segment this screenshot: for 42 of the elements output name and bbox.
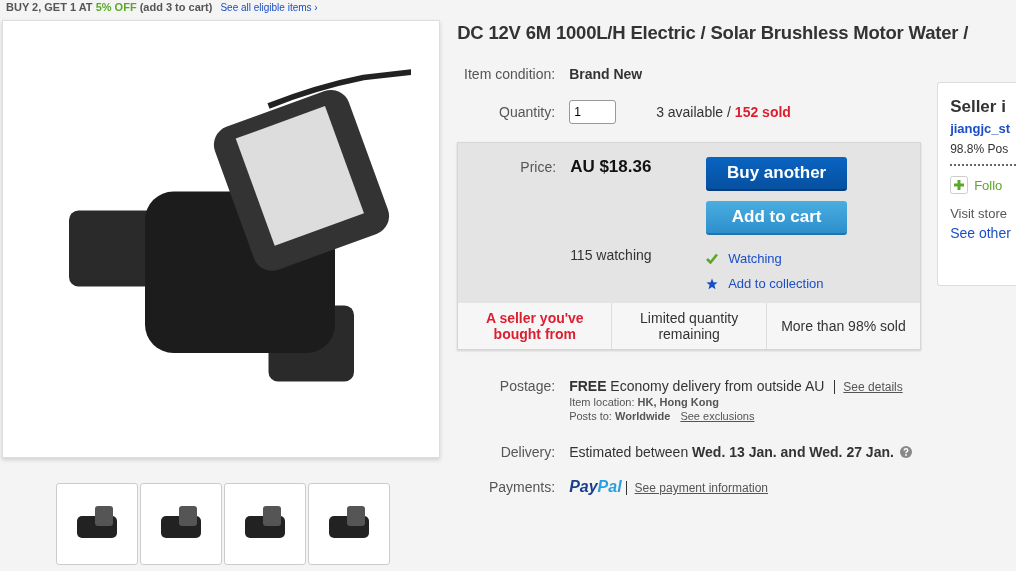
quantity-label: Quantity: bbox=[498, 104, 557, 120]
condition-label: Item condition: bbox=[463, 66, 557, 82]
condition-value: Brand New bbox=[569, 66, 643, 82]
highlight-text: More than 98% sold bbox=[780, 317, 907, 336]
highlight-text: Limited quantity remaining bbox=[612, 303, 767, 349]
payment-info-link[interactable]: See payment information bbox=[625, 481, 768, 495]
item-title: DC 12V 6M 1000L/H Electric / Solar Brushless Motor Water / bbox=[457, 22, 970, 44]
see-exclusions-link[interactable]: See exclusions bbox=[680, 410, 755, 422]
thumbnail-photo[interactable] bbox=[140, 483, 222, 565]
postage-label: Postage: bbox=[498, 378, 557, 394]
watching-link[interactable]: Watching bbox=[728, 251, 782, 266]
sold-count: 152 sold bbox=[734, 104, 791, 120]
thumbnail-photo[interactable] bbox=[56, 483, 138, 565]
quantity-field[interactable]: 1 bbox=[569, 100, 617, 124]
price-value: AU $18.36 bbox=[570, 157, 653, 177]
watcher-count: 115 watching bbox=[570, 247, 653, 265]
payments-label: Payments: bbox=[488, 479, 557, 495]
availability-text: 3 available / bbox=[656, 104, 731, 120]
see-other-link[interactable]: See other bbox=[950, 225, 1011, 241]
visit-store-text: Visit store bbox=[950, 206, 1007, 221]
feedback-text: 98.8% Pos bbox=[950, 142, 1009, 156]
price-label: Price: bbox=[519, 158, 558, 177]
paypal-logo: PayPal bbox=[569, 478, 622, 496]
buy-button[interactable]: Buy another bbox=[706, 157, 848, 191]
help-icon[interactable] bbox=[899, 446, 912, 458]
checkmark-icon bbox=[706, 253, 719, 264]
delivery-estimate: Estimated between Wed. 13 Jan. and Wed. 27 Jan. bbox=[569, 444, 894, 460]
thumbnail-photo[interactable] bbox=[224, 483, 306, 565]
see-details-link[interactable]: See details bbox=[834, 380, 903, 394]
posts-to-text: Posts to: Worldwide bbox=[569, 410, 671, 422]
postage-text: FREE Economy delivery from outside AU bbox=[569, 378, 825, 394]
delivery-label: Delivery: bbox=[499, 444, 557, 460]
plus-icon[interactable] bbox=[950, 176, 969, 194]
seller-name-link[interactable]: jiangjc_st bbox=[950, 121, 1011, 136]
highlight-text: A seller you've bought from bbox=[458, 303, 613, 349]
eligible-items-link[interactable]: See all eligible items › bbox=[220, 1, 318, 13]
star-icon bbox=[706, 277, 719, 290]
add-to-collection-link[interactable]: Add to collection bbox=[728, 276, 824, 291]
promo-text: BUY 2, GET 1 AT 5% OFF (add 3 to cart) bbox=[6, 1, 213, 13]
thumbnail-photo[interactable] bbox=[308, 483, 390, 565]
seller-heading: Seller i bbox=[950, 97, 1006, 117]
item-location-text: Item location: HK, Hong Kong bbox=[569, 396, 720, 408]
